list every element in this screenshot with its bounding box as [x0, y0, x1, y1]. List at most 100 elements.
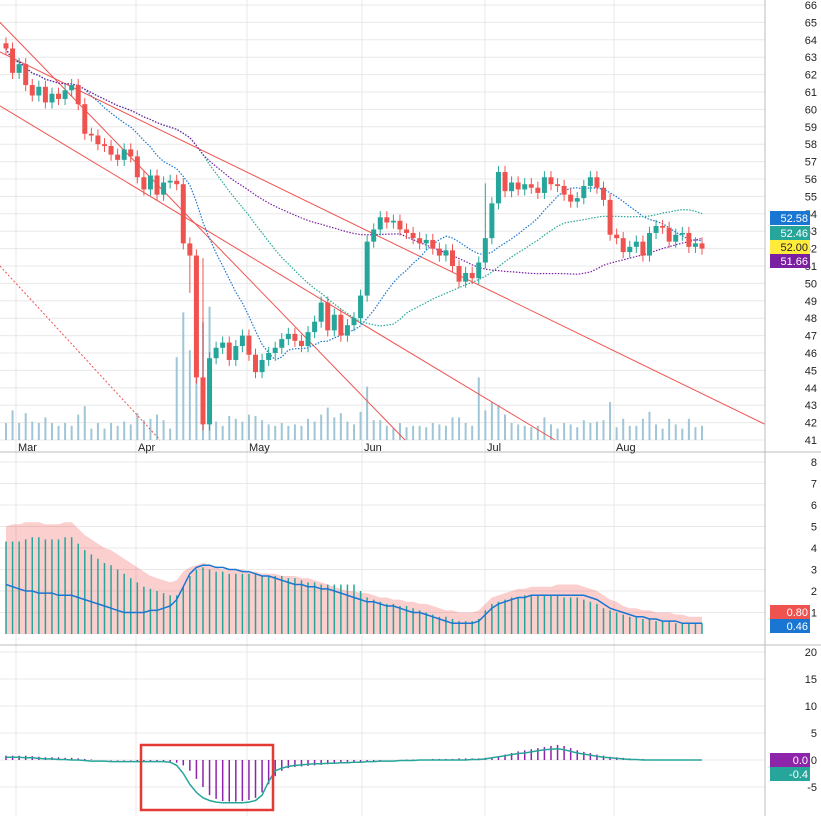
candle-body — [62, 90, 68, 99]
candle-body — [246, 335, 252, 355]
candle-body — [16, 64, 22, 73]
candle-body — [338, 314, 344, 336]
candle-body — [364, 241, 370, 296]
candle-body — [101, 144, 107, 146]
indicator-2-tick-label: 4 — [811, 543, 817, 555]
stock-chart: 4142434445464748495051525354555657585960… — [0, 0, 821, 816]
price-tick-label: 63 — [805, 52, 817, 64]
price-tick-label: 59 — [805, 122, 817, 134]
indicator-2-tick-label: 1 — [811, 608, 817, 620]
candle-body — [574, 198, 580, 202]
candle-body — [226, 342, 232, 360]
indicator-3-tick-label: 0 — [811, 755, 817, 767]
candle-body — [23, 64, 29, 86]
candle-body — [699, 243, 705, 249]
candle-body — [174, 180, 180, 185]
indicator-3-layer — [5, 744, 702, 804]
candle-body — [121, 149, 127, 160]
candle-body — [358, 295, 364, 319]
value-tag-indicator-3-line: -0.4 — [789, 769, 808, 781]
candle-body — [666, 227, 672, 242]
price-tick-label: 66 — [805, 0, 817, 12]
indicator-2-tick-label: 2 — [811, 586, 817, 598]
candle-body — [213, 347, 219, 359]
candle-body — [331, 314, 337, 331]
candle-body — [686, 232, 692, 247]
candle-body — [620, 238, 626, 253]
candle-body — [180, 184, 186, 244]
price-tag-last: 52.00 — [780, 242, 808, 254]
candle-body — [397, 220, 403, 230]
candle-body — [147, 175, 153, 190]
candle-body — [69, 85, 75, 91]
candle-body — [436, 248, 442, 256]
candle-body — [528, 184, 534, 188]
candle-body — [305, 332, 311, 347]
price-tick-label: 58 — [805, 139, 817, 151]
candle-body — [509, 182, 515, 192]
indicator-2-layer — [5, 522, 703, 634]
candle-body — [587, 177, 593, 186]
price-tick-label: 50 — [805, 278, 817, 290]
candle-body — [233, 346, 239, 360]
chart-root: 41 42 43 44 45 46 47 48 49 50 51 52 53 54 55 56 57 58 59 60… — [0, 0, 821, 816]
price-tick-label: 48 — [805, 313, 817, 325]
price-tick-label: 42 — [805, 418, 817, 430]
candle-body — [325, 302, 331, 331]
candle-body — [660, 225, 666, 228]
candle-body — [581, 185, 587, 199]
candle-body — [88, 133, 94, 136]
grid-layer — [0, 0, 765, 816]
candle-body — [653, 225, 659, 233]
month-label: Jun — [364, 442, 382, 454]
candle-body — [502, 172, 508, 192]
candle-body — [607, 199, 613, 235]
candle-body — [167, 180, 173, 183]
candle-body — [548, 177, 554, 185]
price-tick-label: 56 — [805, 174, 817, 186]
candle-body — [541, 177, 547, 193]
candle-body — [318, 302, 324, 322]
month-label: Jul — [487, 442, 501, 454]
price-tag-ma-teal: 52.46 — [780, 228, 808, 240]
candle-body — [298, 340, 304, 347]
candle-body — [561, 185, 567, 195]
month-label: Mar — [18, 442, 37, 454]
candle-body — [377, 217, 383, 230]
candle-body — [443, 250, 449, 256]
candle-body — [134, 156, 140, 178]
candle-body — [344, 325, 350, 336]
candle-body — [239, 335, 245, 347]
indicator-3-tick-label: 10 — [805, 701, 817, 713]
price-tick-label: 61 — [805, 87, 817, 99]
month-label: Aug — [616, 442, 636, 454]
candle-body — [259, 359, 265, 373]
candle-body — [75, 85, 81, 105]
indicator-3-tick-label: -5 — [807, 782, 817, 794]
price-tag-ma-blue: 52.58 — [780, 213, 808, 225]
candle-body — [692, 243, 698, 247]
price-tick-label: 43 — [805, 400, 817, 412]
price-tick-label: 57 — [805, 157, 817, 169]
candle-body — [220, 342, 226, 348]
candle-body — [128, 149, 134, 157]
candle-body — [463, 272, 469, 282]
candle-body — [10, 48, 16, 73]
indicator-3-tick-label: 20 — [805, 647, 817, 659]
price-tick-label: 64 — [805, 35, 817, 47]
candle-body — [49, 93, 55, 103]
candle-body — [95, 135, 101, 145]
candle-body — [495, 172, 501, 204]
candle-body — [535, 187, 541, 193]
candle-body — [200, 377, 206, 425]
candle-body — [390, 220, 396, 223]
candle-body — [555, 184, 561, 186]
price-tick-label: 46 — [805, 348, 817, 360]
price-tick-label: 65 — [805, 17, 817, 29]
candle-body — [266, 353, 272, 360]
indicator-2-tick-label: 8 — [811, 457, 817, 469]
candle-body — [292, 333, 298, 341]
candles-layer — [3, 37, 705, 431]
price-tick-label: 41 — [805, 435, 817, 447]
indicator-2-tick-label: 6 — [811, 500, 817, 512]
